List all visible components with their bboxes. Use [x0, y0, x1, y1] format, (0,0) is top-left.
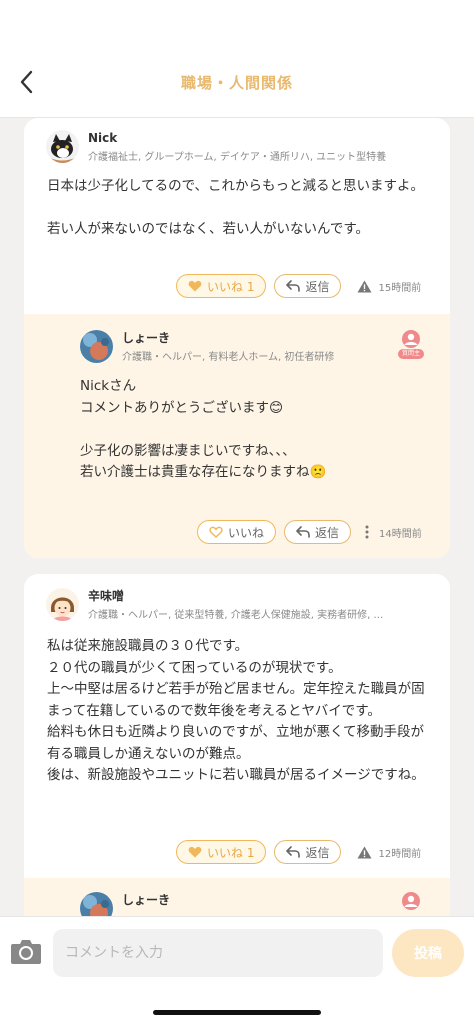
reply-button[interactable]: 返信 — [284, 520, 352, 544]
reply-time: 14時間前 — [379, 528, 422, 540]
badge-label: 質問主 — [398, 349, 424, 359]
comment-body: 日本は少子化してるので、これからもっと減ると思いますよ。 若い人が来ないのではな… — [47, 178, 425, 237]
comment-composer: 投稿 — [0, 916, 474, 1024]
like-label: いいね 1 — [207, 845, 255, 860]
author-tags: 介護職・ヘルパー, 有料老人ホーム, 初任者研修 — [122, 352, 335, 363]
reply-button[interactable]: 返信 — [274, 274, 342, 298]
reply-arrow-icon — [286, 846, 301, 858]
reply-label: 返信 — [315, 525, 340, 540]
author-name: Nick — [88, 131, 118, 145]
author-tags: 介護職・ヘルパー, 従来型特養, 介護老人保健施設, 実務者研修, … — [88, 610, 384, 621]
author-name: しょーき — [122, 331, 171, 345]
like-label: いいね — [228, 525, 265, 540]
comment-input[interactable] — [53, 929, 383, 977]
author-name: しょーき — [122, 893, 171, 907]
comment-author[interactable]: Nick 介護福祉士, グループホーム, デイケア・通所リハ, ユニット型特養 — [46, 130, 386, 165]
avatar[interactable] — [80, 892, 113, 916]
reply-arrow-icon — [296, 526, 310, 538]
comment-actions: いいね 1 返信 15時間前 — [176, 274, 421, 298]
comment-time: 12時間前 — [378, 848, 422, 860]
reply-label: 返信 — [305, 279, 330, 294]
header: 職場・人間関係 — [0, 0, 474, 118]
like-label: いいね 1 — [207, 279, 255, 294]
avatar[interactable] — [46, 588, 79, 621]
heart-icon — [188, 846, 202, 858]
heart-outline-icon — [209, 526, 223, 538]
like-button[interactable]: いいね 1 — [176, 274, 267, 298]
reply-thread: しょーき — [24, 878, 450, 916]
post-button[interactable]: 投稿 — [392, 929, 464, 977]
reply-button[interactable]: 返信 — [274, 840, 342, 864]
question-owner-badge — [398, 892, 424, 916]
author-tags: 介護福祉士, グループホーム, デイケア・通所リハ, ユニット型特養 — [88, 152, 387, 163]
reply-actions: いいね 返信 14時間前 — [197, 520, 422, 544]
reply-author[interactable]: しょーき 介護職・ヘルパー, 有料老人ホーム, 初任者研修 — [80, 330, 334, 365]
reply-thread: しょーき 介護職・ヘルパー, 有料老人ホーム, 初任者研修 質問主 Nickさん… — [24, 314, 450, 558]
question-owner-badge: 質問主 — [398, 330, 424, 360]
person-icon — [402, 892, 420, 910]
comment-feed[interactable]: Nick 介護福祉士, グループホーム, デイケア・通所リハ, ユニット型特養 … — [0, 118, 474, 916]
author-name: 辛味噌 — [88, 589, 125, 603]
reply-arrow-icon — [286, 280, 301, 292]
camera-button[interactable] — [10, 937, 42, 967]
reply-label: 返信 — [305, 845, 330, 860]
comment-body: 私は従来施設職員の３０代です。 ２０代の職員が少くて困っているのが現状です。 上… — [47, 638, 425, 783]
report-warning-icon[interactable] — [357, 280, 372, 293]
reply-author[interactable]: しょーき — [80, 892, 170, 916]
avatar[interactable] — [46, 130, 79, 163]
comment-time: 15時間前 — [378, 282, 422, 294]
camera-icon — [11, 940, 41, 964]
more-options-icon[interactable] — [365, 525, 369, 539]
like-button[interactable]: いいね — [197, 520, 277, 544]
avatar[interactable] — [80, 330, 113, 363]
heart-icon — [188, 280, 202, 292]
page-title: 職場・人間関係 — [180, 74, 293, 92]
reply-body: Nickさん コメントありがとうございます😊 少子化の影響は凄まじいですね、、、… — [80, 378, 327, 480]
comment-card: 辛味噌 介護職・ヘルパー, 従来型特養, 介護老人保健施設, 実務者研修, … … — [24, 574, 450, 916]
comment-card: Nick 介護福祉士, グループホーム, デイケア・通所リハ, ユニット型特養 … — [24, 118, 450, 558]
report-warning-icon[interactable] — [357, 846, 372, 859]
comment-actions: いいね 1 返信 12時間前 — [176, 840, 421, 864]
like-button[interactable]: いいね 1 — [176, 840, 267, 864]
comment-author[interactable]: 辛味噌 介護職・ヘルパー, 従来型特養, 介護老人保健施設, 実務者研修, … — [46, 588, 383, 623]
home-indicator — [153, 1010, 321, 1015]
